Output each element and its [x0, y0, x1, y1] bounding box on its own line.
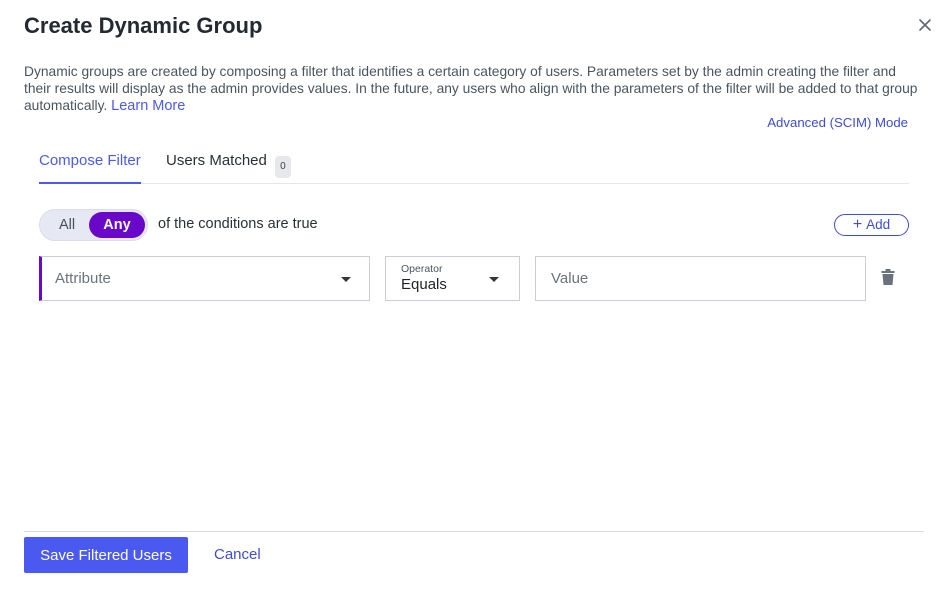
operator-select[interactable]: Operator Equals [385, 256, 520, 301]
chevron-down-icon [489, 277, 499, 282]
operator-label: Operator [401, 263, 443, 275]
dialog-description: Dynamic groups are created by composing … [24, 63, 924, 115]
tab-users-matched[interactable]: Users Matched 0 [166, 152, 291, 178]
add-label: Add [866, 217, 891, 232]
tab-compose-filter[interactable]: Compose Filter [39, 152, 141, 184]
users-matched-count-badge: 0 [274, 156, 291, 178]
learn-more-link[interactable]: Learn More [111, 98, 185, 114]
attribute-select[interactable]: Attribute [39, 256, 370, 301]
plus-icon: + [852, 216, 863, 233]
chevron-down-icon [341, 277, 351, 282]
tab-label: Compose Filter [39, 152, 141, 169]
create-dynamic-group-dialog: Create Dynamic Group Dynamic groups are … [0, 0, 944, 595]
attribute-placeholder: Attribute [55, 270, 111, 287]
tab-label: Users Matched [166, 152, 267, 169]
match-mode-toggle: All Any [39, 209, 148, 241]
operator-value: Equals [401, 276, 447, 293]
close-icon[interactable] [916, 16, 934, 34]
save-filtered-users-button[interactable]: Save Filtered Users [24, 537, 188, 573]
match-all-option[interactable]: All [48, 210, 86, 240]
value-field [535, 256, 866, 301]
cancel-button[interactable]: Cancel [214, 546, 261, 563]
value-input[interactable] [536, 257, 865, 300]
add-condition-button[interactable]: + Add [834, 214, 909, 236]
match-any-option[interactable]: Any [89, 212, 145, 238]
advanced-scim-mode-link[interactable]: Advanced (SCIM) Mode [767, 115, 908, 130]
conditions-text: of the conditions are true [158, 216, 318, 232]
footer-divider [24, 531, 924, 532]
trash-icon[interactable] [881, 269, 895, 285]
dialog-title: Create Dynamic Group [24, 13, 263, 38]
filter-tabs: Compose Filter Users Matched 0 [39, 140, 909, 184]
